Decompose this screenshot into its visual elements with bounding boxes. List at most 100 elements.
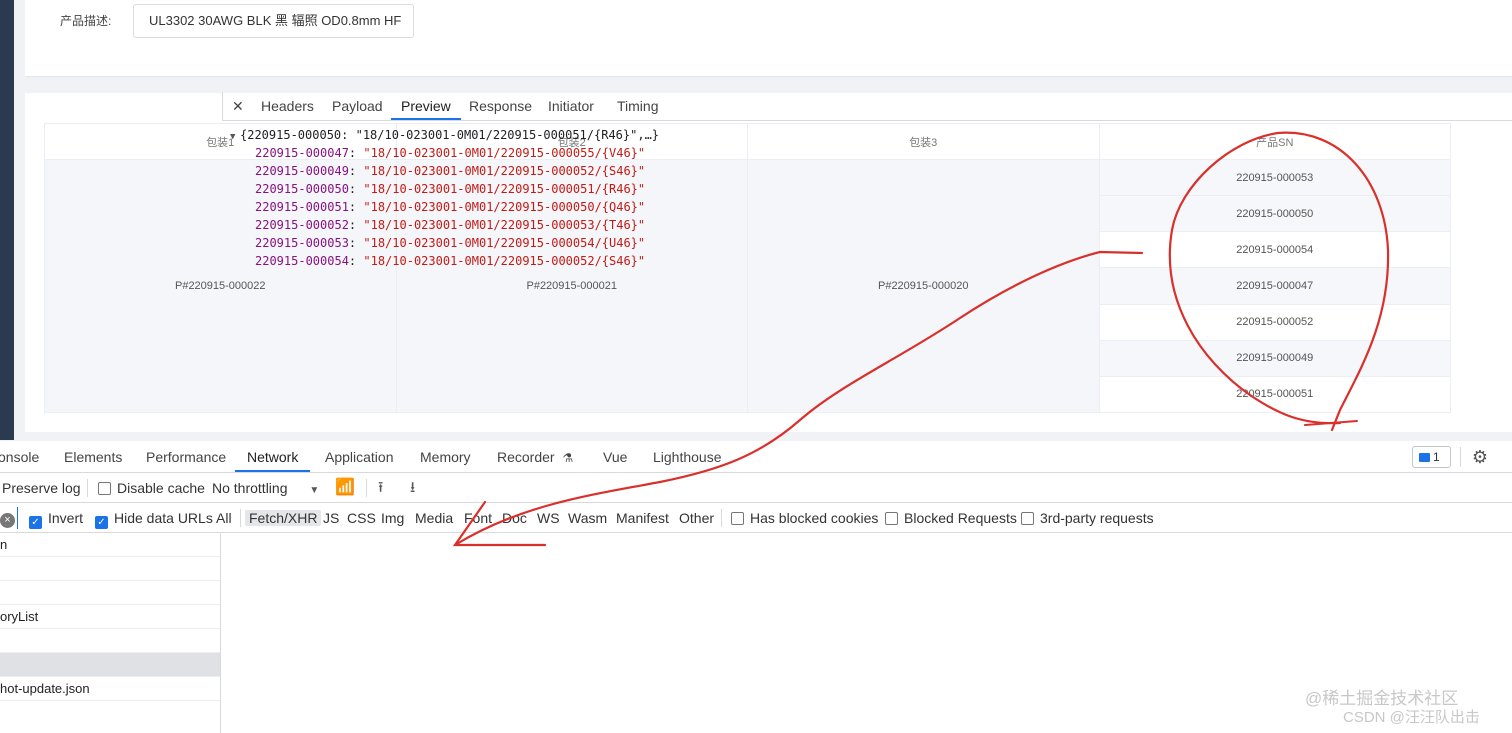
- tab-payload[interactable]: Payload: [332, 92, 383, 121]
- throttling-select[interactable]: No throttling ▼: [212, 473, 319, 503]
- app-sidebar-edge: [0, 0, 14, 440]
- filter-fetch-xhr[interactable]: Fetch/XHR: [245, 503, 322, 533]
- tab-console[interactable]: onsole: [0, 441, 39, 473]
- sn-cell: 220915-000051: [1098, 375, 1451, 414]
- json-entry: 220915-000047: "18/10-023001-0M01/220915…: [255, 146, 646, 160]
- json-key: 220915-000050: [255, 182, 349, 196]
- invert-checkbox[interactable]: ✓ Invert: [29, 503, 83, 533]
- filter-fetch-xhr-label: Fetch/XHR: [245, 510, 322, 526]
- tab-lighthouse[interactable]: Lighthouse: [653, 441, 722, 473]
- caret-down-icon: ▼: [309, 485, 320, 496]
- filter-font[interactable]: Font: [464, 503, 492, 533]
- message-icon: [1419, 453, 1430, 462]
- wifi-conditions-icon[interactable]: 📶: [335, 473, 355, 503]
- tab-recorder[interactable]: Recorder ⚗: [497, 441, 573, 473]
- filter-ws[interactable]: WS: [537, 503, 560, 533]
- tab-application[interactable]: Application: [325, 441, 394, 473]
- tab-initiator[interactable]: Initiator: [548, 92, 594, 121]
- json-value: "18/10-023001-0M01/220915-000053/{T46}": [363, 218, 646, 232]
- filter-media[interactable]: Media: [415, 503, 453, 533]
- json-key: 220915-000051: [255, 200, 349, 214]
- filter-css[interactable]: CSS: [347, 503, 376, 533]
- filter-manifest[interactable]: Manifest: [616, 503, 669, 533]
- json-summary-row[interactable]: ▼ {220915-000050: "18/10-023001-0M01/2209…: [230, 126, 659, 144]
- import-har-icon[interactable]: ⭱: [378, 473, 383, 503]
- json-value: "18/10-023001-0M01/220915-000054/{U46}": [363, 236, 646, 250]
- more-options-icon[interactable]: ⋮: [1505, 446, 1512, 468]
- json-value: "18/10-023001-0M01/220915-000055/{V46}": [363, 146, 646, 160]
- sn-cell: 220915-000049: [1098, 339, 1451, 377]
- request-row[interactable]: n: [0, 533, 220, 557]
- issues-count: 1: [1433, 450, 1440, 464]
- settings-gear-icon[interactable]: ⚙: [1470, 446, 1490, 468]
- checkbox-icon: [731, 512, 744, 525]
- third-party-requests-checkbox[interactable]: 3rd-party requests: [1021, 503, 1154, 533]
- has-blocked-cookies-label: Has blocked cookies: [750, 510, 879, 526]
- disable-cache-checkbox[interactable]: Disable cache: [98, 473, 205, 503]
- json-key: 220915-000053: [255, 236, 349, 250]
- filter-other[interactable]: Other: [679, 503, 714, 533]
- filter-img[interactable]: Img: [381, 503, 404, 533]
- preserve-log-label[interactable]: Preserve log: [2, 473, 81, 503]
- json-entry: 220915-000049: "18/10-023001-0M01/220915…: [255, 164, 646, 178]
- devtools-tab-bar: onsole Elements Performance Network Appl…: [0, 441, 1512, 473]
- filter-wasm[interactable]: Wasm: [568, 503, 607, 533]
- filter-all[interactable]: All: [216, 503, 232, 533]
- export-har-icon[interactable]: ⭳: [410, 473, 415, 503]
- json-entry: 220915-000050: "18/10-023001-0M01/220915…: [255, 182, 646, 196]
- issues-badge[interactable]: 1: [1412, 446, 1451, 468]
- divider: [240, 509, 241, 527]
- checkbox-icon: [885, 512, 898, 525]
- json-key: 220915-000054: [255, 254, 349, 268]
- hide-data-urls-label: Hide data URLs: [114, 510, 213, 526]
- watermark-csdn: CSDN @汪汪队出击: [1343, 709, 1480, 726]
- json-key: 220915-000047: [255, 146, 349, 160]
- check-icon: ✓: [95, 516, 108, 529]
- product-description-label: 产品描述:: [60, 14, 112, 28]
- json-key: 220915-000049: [255, 164, 349, 178]
- request-row[interactable]: [0, 629, 220, 653]
- checkbox-icon: [98, 482, 111, 495]
- json-entry: 220915-000052: "18/10-023001-0M01/220915…: [255, 218, 646, 232]
- tab-headers[interactable]: Headers: [261, 92, 314, 121]
- divider: [87, 479, 88, 497]
- request-row[interactable]: hot-update.json: [0, 677, 220, 701]
- check-icon: ✓: [29, 516, 42, 529]
- divider: [1460, 447, 1461, 467]
- json-key: 220915-000052: [255, 218, 349, 232]
- request-row[interactable]: [0, 557, 220, 581]
- flask-icon: ⚗: [562, 451, 574, 465]
- tab-elements[interactable]: Elements: [64, 441, 122, 473]
- blocked-requests-checkbox[interactable]: Blocked Requests: [885, 503, 1017, 533]
- third-party-requests-label: 3rd-party requests: [1040, 510, 1154, 526]
- blocked-requests-label: Blocked Requests: [904, 510, 1017, 526]
- request-row[interactable]: oryList: [0, 605, 220, 629]
- clear-filter-icon[interactable]: ×: [0, 503, 15, 533]
- filter-doc[interactable]: Doc: [502, 503, 527, 533]
- filter-js[interactable]: JS: [323, 503, 339, 533]
- json-value: "18/10-023001-0M01/220915-000050/{Q46}": [363, 200, 646, 214]
- expand-triangle-icon: ▼: [230, 132, 236, 142]
- tab-network[interactable]: Network: [235, 441, 311, 472]
- has-blocked-cookies-checkbox[interactable]: Has blocked cookies: [731, 503, 878, 533]
- hide-data-urls-checkbox[interactable]: ✓ Hide data URLs: [95, 503, 213, 533]
- tab-memory[interactable]: Memory: [420, 441, 471, 473]
- request-row[interactable]: [0, 581, 220, 605]
- invert-label: Invert: [48, 510, 84, 526]
- request-row-selected[interactable]: [0, 653, 220, 677]
- product-description-input[interactable]: UL3302 30AWG BLK 黑 辐照 OD0.8mm HF: [133, 4, 414, 38]
- tab-timing[interactable]: Timing: [617, 92, 659, 121]
- request-list: n oryList hot-update.json: [0, 533, 221, 733]
- checkbox-icon: [1021, 512, 1034, 525]
- sn-cell: 220915-000052: [1098, 303, 1451, 341]
- json-summary: {220915-000050: "18/10-023001-0M01/22091…: [240, 128, 660, 142]
- tab-performance[interactable]: Performance: [146, 441, 226, 473]
- json-value: "18/10-023001-0M01/220915-000052/{S46}": [363, 164, 646, 178]
- throttling-value: No throttling: [212, 480, 288, 496]
- tab-preview[interactable]: Preview: [391, 92, 461, 120]
- tab-vue[interactable]: Vue: [603, 441, 627, 473]
- preview-json-tree: ▼ {220915-000050: "18/10-023001-0M01/2209…: [222, 122, 1512, 292]
- json-entry: 220915-000054: "18/10-023001-0M01/220915…: [255, 254, 646, 268]
- tab-response[interactable]: Response: [469, 92, 532, 121]
- watermark-juejin: @稀土掘金技术社区: [1305, 689, 1459, 708]
